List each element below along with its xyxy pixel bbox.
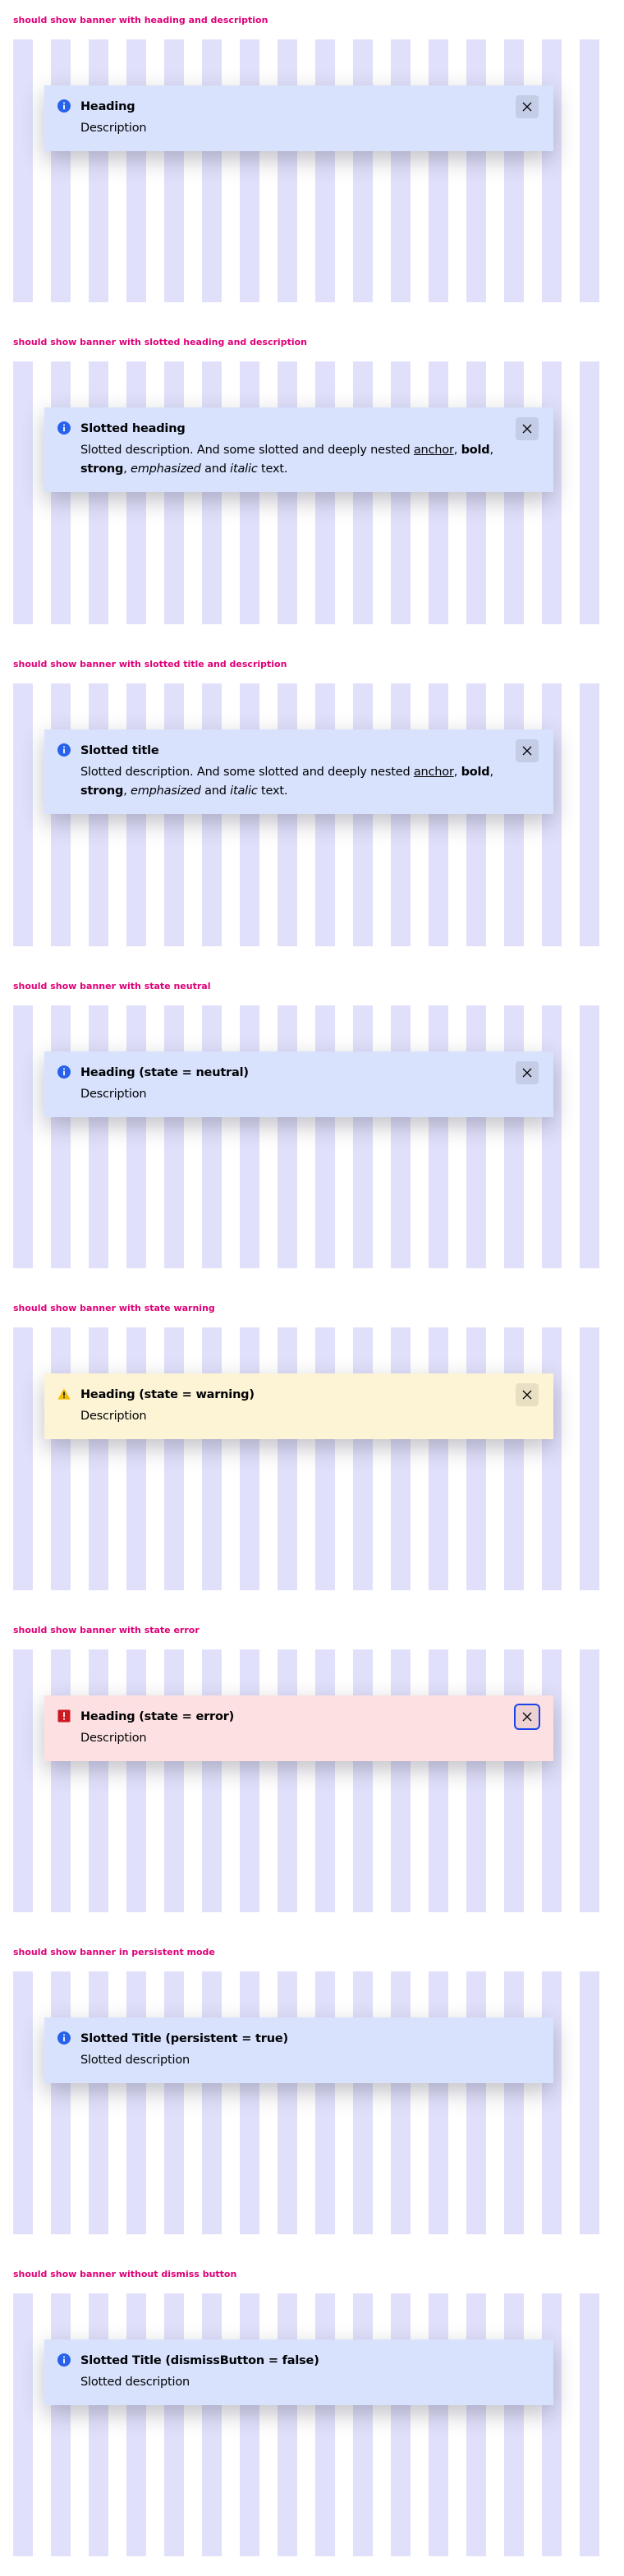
close-icon (522, 102, 532, 112)
description-emphasized: emphasized (131, 462, 201, 476)
banner-heading: Heading (state = warning) (80, 1388, 255, 1401)
close-icon (522, 746, 532, 756)
banner-stage (13, 1005, 611, 1268)
dismiss-button[interactable] (516, 417, 539, 440)
close-icon (522, 1390, 532, 1400)
banner-heading: Slotted heading (80, 422, 186, 435)
dismiss-button[interactable] (516, 95, 539, 118)
description-text: and (200, 784, 231, 798)
info-icon (57, 743, 71, 757)
close-icon (522, 424, 532, 434)
case-title: should show banner with state error (13, 1625, 200, 1635)
description-text: Slotted description. And some slotted an… (80, 444, 414, 457)
banner-description: Slotted description (80, 2376, 190, 2389)
banner-description: Slotted description. And some slotted an… (80, 763, 516, 801)
banner: Heading (state = neutral) Description (44, 1051, 553, 1117)
banner-description: Description (80, 1088, 147, 1101)
banner-content: Slotted title Slotted description. And s… (80, 742, 516, 801)
case-title: should show banner in persistent mode (13, 1947, 215, 1957)
info-icon (57, 421, 71, 435)
banner: Slotted heading Slotted description. And… (44, 407, 553, 492)
case-title: should show banner with heading and desc… (13, 15, 268, 25)
banner-content: Slotted Title (persistent = true) Slotte… (80, 2030, 537, 2070)
banner: Heading (state = error) Description (44, 1695, 553, 1761)
test-case-heading-description: should show banner with heading and desc… (0, 0, 624, 322)
dismiss-button[interactable] (516, 1061, 539, 1084)
banner-content: Slotted Title (dismissButton = false) Sl… (80, 2352, 537, 2392)
test-case-state-warning: should show banner with state warning He… (0, 1288, 624, 1610)
test-case-no-dismiss: should show banner without dismiss butto… (0, 2254, 624, 2576)
info-icon (57, 99, 71, 113)
banner-stage (13, 1327, 611, 1590)
description-bold: bold (461, 444, 490, 457)
description-anchor-link[interactable]: anchor (414, 444, 454, 457)
banner: Heading (state = warning) Description (44, 1373, 553, 1439)
banner-heading: Slotted title (80, 744, 159, 757)
description-text: , (453, 444, 461, 457)
description-italic: italic (230, 462, 258, 476)
case-title: should show banner without dismiss butto… (13, 2269, 237, 2279)
description-text: , (123, 784, 131, 798)
test-case-state-neutral: should show banner with state neutral He… (0, 966, 624, 1288)
description-italic: italic (230, 784, 258, 798)
case-title: should show banner with slotted heading … (13, 337, 307, 347)
error-icon (57, 1709, 71, 1723)
banner-heading: Slotted Title (persistent = true) (80, 2032, 288, 2045)
banner-description: Slotted description (80, 2054, 190, 2067)
banner-content: Heading (state = warning) Description (80, 1386, 516, 1426)
banner-content: Heading Description (80, 98, 516, 138)
banner-content: Heading (state = error) Description (80, 1708, 514, 1748)
dismiss-button[interactable] (516, 1383, 539, 1406)
banner-stage (13, 361, 611, 624)
close-icon (522, 1712, 532, 1722)
banner-description: Description (80, 1732, 147, 1745)
test-case-slotted-title: should show banner with slotted title an… (0, 644, 624, 966)
banner-heading: Slotted Title (dismissButton = false) (80, 2354, 319, 2367)
banner: Heading Description (44, 85, 553, 151)
banner-stage (13, 2293, 611, 2556)
case-title: should show banner with slotted title an… (13, 659, 287, 669)
description-text: , (123, 462, 131, 476)
case-title: should show banner with state warning (13, 1303, 215, 1313)
banner: Slotted Title (persistent = true) Slotte… (44, 2017, 553, 2083)
banner-description: Description (80, 122, 147, 135)
info-icon (57, 2031, 71, 2045)
banner-description: Slotted description. And some slotted an… (80, 441, 516, 479)
description-emphasized: emphasized (131, 784, 201, 798)
banner-stage (13, 39, 611, 302)
banner-heading: Heading (state = neutral) (80, 1066, 249, 1079)
banner-stage (13, 1649, 611, 1912)
test-case-slotted-heading: should show banner with slotted heading … (0, 322, 624, 644)
description-strong: strong (80, 784, 124, 798)
warning-icon (57, 1387, 71, 1401)
banner-heading: Heading (state = error) (80, 1710, 235, 1723)
description-text: , (489, 444, 493, 457)
case-title: should show banner with state neutral (13, 981, 211, 991)
close-icon (522, 1068, 532, 1078)
description-text: and (200, 462, 231, 476)
banner-stage (13, 1971, 611, 2234)
banner-description: Description (80, 1410, 147, 1423)
description-anchor-link[interactable]: anchor (414, 766, 454, 779)
description-text: text. (257, 784, 288, 798)
info-icon (57, 1065, 71, 1079)
description-text: , (489, 766, 493, 779)
banner: Slotted title Slotted description. And s… (44, 729, 553, 814)
description-text: Slotted description. And some slotted an… (80, 766, 414, 779)
info-icon (57, 2353, 71, 2367)
banner-content: Heading (state = neutral) Description (80, 1064, 516, 1104)
description-text: text. (257, 462, 288, 476)
banner: Slotted Title (dismissButton = false) Sl… (44, 2339, 553, 2405)
banner-stage (13, 683, 611, 946)
description-strong: strong (80, 462, 124, 476)
test-case-state-error: should show banner with state error Head… (0, 1610, 624, 1932)
test-case-persistent: should show banner in persistent mode Sl… (0, 1932, 624, 2254)
banner-heading: Heading (80, 100, 135, 113)
dismiss-button[interactable] (514, 1704, 540, 1730)
dismiss-button[interactable] (516, 739, 539, 762)
description-text: , (453, 766, 461, 779)
description-bold: bold (461, 766, 490, 779)
banner-content: Slotted heading Slotted description. And… (80, 420, 516, 479)
